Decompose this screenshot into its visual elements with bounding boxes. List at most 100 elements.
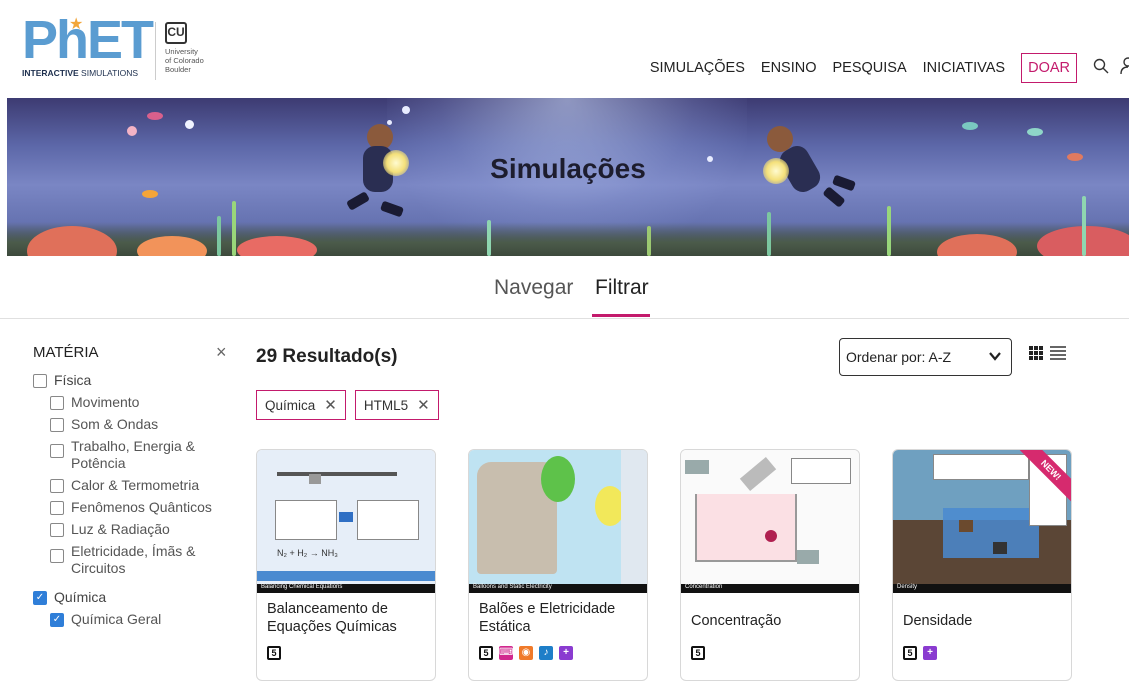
search-icon[interactable] (1093, 58, 1109, 79)
format-icons: 5 ⌨ ◉ ♪ + (479, 646, 579, 660)
checkbox[interactable] (33, 374, 47, 388)
filter-label: Movimento (71, 394, 140, 410)
sim-card-concentration[interactable]: Concentration Concentração 5 (680, 449, 860, 681)
fish (142, 190, 158, 198)
seaweed (887, 206, 891, 256)
filter-quantum[interactable]: Fenômenos Quânticos (50, 499, 233, 516)
checkbox[interactable] (50, 479, 64, 493)
filter-chemistry[interactable]: ✓ Química (33, 589, 233, 606)
list-view-icon[interactable] (1050, 346, 1066, 360)
keyboard-icon: ⌨ (499, 646, 514, 660)
html5-icon: 5 (479, 646, 493, 660)
filter-label: Química Geral (71, 611, 162, 627)
sim-title[interactable]: Densidade (903, 612, 1063, 630)
filter-work-energy-power[interactable]: Trabalho, Energia & Potência (50, 438, 233, 472)
sort-selected: Ordenar por: A-Z (846, 349, 952, 365)
checkbox[interactable] (50, 444, 64, 458)
phet-logo[interactable]: PhET ★ INTERACTIVE SIMULATIONS (22, 10, 154, 82)
fish (962, 122, 978, 130)
filter-general-chemistry[interactable]: ✓ Química Geral (50, 611, 233, 628)
filter-chip-html5[interactable]: HTML5 ✕ (354, 390, 439, 420)
sim-thumbnail: Balloons and Static Electricity (469, 450, 647, 593)
sound-icon: ♪ (539, 646, 553, 660)
filter-sound-waves[interactable]: Som & Ondas (50, 416, 233, 433)
tab-filter[interactable]: Filtrar (595, 276, 649, 300)
chip-label: Química (265, 397, 316, 413)
filter-light-radiation[interactable]: Luz & Radiação (50, 521, 233, 538)
html5-icon: 5 (903, 646, 917, 660)
sim-thumbnail: NEW! Density (893, 450, 1071, 593)
thumb-caption: Density (897, 584, 918, 590)
filter-label: Eletricidade, Ímãs & Circuitos (71, 543, 196, 576)
sim-card-balloons[interactable]: Balloons and Static Electricity Balões e… (468, 449, 648, 681)
filter-motion[interactable]: Movimento (50, 394, 233, 411)
cu-icon: CU (165, 22, 187, 44)
banner-title: Simulações (490, 153, 646, 184)
checkbox[interactable] (50, 396, 64, 410)
sim-title[interactable]: Balanceamento de Equações Químicas (267, 600, 427, 636)
seaweed (1082, 196, 1086, 256)
donate-button[interactable]: DOAR (1021, 53, 1077, 83)
close-icon[interactable]: ✕ (324, 396, 337, 414)
chip-label: HTML5 (363, 397, 409, 413)
html5-icon: 5 (267, 646, 281, 660)
filter-label: Fenômenos Quânticos (71, 499, 212, 515)
close-icon[interactable]: × (216, 342, 227, 363)
logo-wordmark: PhET (22, 10, 154, 70)
nav-simulations[interactable]: SIMULAÇÕES (650, 60, 745, 76)
seaweed (217, 216, 221, 256)
filter-sidebar: MATÉRIA × Física Movimento Som & Ondas T… (33, 340, 233, 633)
cu-line3: Boulder (165, 65, 191, 74)
thumb-caption-bar: Density (893, 584, 1071, 593)
thumb-caption-bar: Concentration (681, 584, 859, 593)
sim-card-density[interactable]: NEW! Density Densidade 5 + (892, 449, 1072, 681)
tabs-divider (0, 318, 1129, 319)
filter-chip-chemistry[interactable]: Química ✕ (256, 390, 346, 420)
checkbox-checked[interactable]: ✓ (50, 613, 64, 627)
filter-physics[interactable]: Física (33, 372, 233, 389)
thumb-caption: Balancing Chemical Equations (261, 584, 343, 590)
cu-boulder-logo[interactable]: CU University of Colorado Boulder (165, 22, 225, 82)
sim-thumbnail: N₂ + H₂ → NH₃ Balancing Chemical Equatio… (257, 450, 435, 593)
checkbox-checked[interactable]: ✓ (33, 591, 47, 605)
sim-title[interactable]: Concentração (691, 612, 851, 630)
filter-label: Calor & Termometria (71, 477, 200, 493)
format-icons: 5 (691, 646, 711, 660)
checkbox[interactable] (50, 523, 64, 537)
active-filters: Química ✕ HTML5 ✕ (256, 390, 448, 420)
thumb-caption: Concentration (685, 584, 723, 590)
sim-title[interactable]: Balões e Eletricidade Estática (479, 600, 639, 636)
checkbox[interactable] (50, 418, 64, 432)
thumb-caption: Balloons and Static Electricity (473, 584, 552, 590)
sim-card-balancing[interactable]: N₂ + H₂ → NH₃ Balancing Chemical Equatio… (256, 449, 436, 681)
results-count: 29 Resultado(s) (256, 346, 398, 367)
filter-electricity[interactable]: Eletricidade, Ímãs & Circuitos (50, 543, 233, 577)
checkbox[interactable] (50, 549, 64, 563)
format-icons: 5 + (903, 646, 943, 660)
logo-star-icon: ★ (69, 16, 84, 33)
thumb-caption-bar: Balancing Chemical Equations (257, 584, 435, 593)
seaweed (232, 201, 236, 256)
subject-filter-header: MATÉRIA × (33, 340, 233, 372)
user-icon[interactable] (1119, 56, 1129, 80)
close-icon[interactable]: ✕ (417, 396, 430, 414)
filter-heat-thermo[interactable]: Calor & Termometria (50, 477, 233, 494)
fish (1027, 128, 1043, 136)
view-tabs: Navegar Filtrar (0, 270, 1129, 320)
cu-line2: of Colorado (165, 56, 204, 65)
voicing-icon: ◉ (519, 646, 533, 660)
tab-browse[interactable]: Navegar (494, 276, 573, 300)
html5-icon: 5 (691, 646, 705, 660)
active-tab-indicator (592, 314, 650, 317)
filter-label: Luz & Radiação (71, 521, 170, 537)
grid-view-icon[interactable] (1029, 346, 1043, 360)
nav-research[interactable]: PESQUISA (833, 60, 907, 76)
site-header: PhET ★ INTERACTIVE SIMULATIONS CU Univer… (0, 0, 1129, 98)
nav-teaching[interactable]: ENSINO (761, 60, 817, 76)
cu-line1: University (165, 47, 198, 56)
sort-select[interactable]: Ordenar por: A-Z (839, 338, 1012, 376)
fish (147, 112, 163, 120)
bubble (127, 126, 137, 136)
nav-initiatives[interactable]: INICIATIVAS (923, 60, 1005, 76)
checkbox[interactable] (50, 501, 64, 515)
